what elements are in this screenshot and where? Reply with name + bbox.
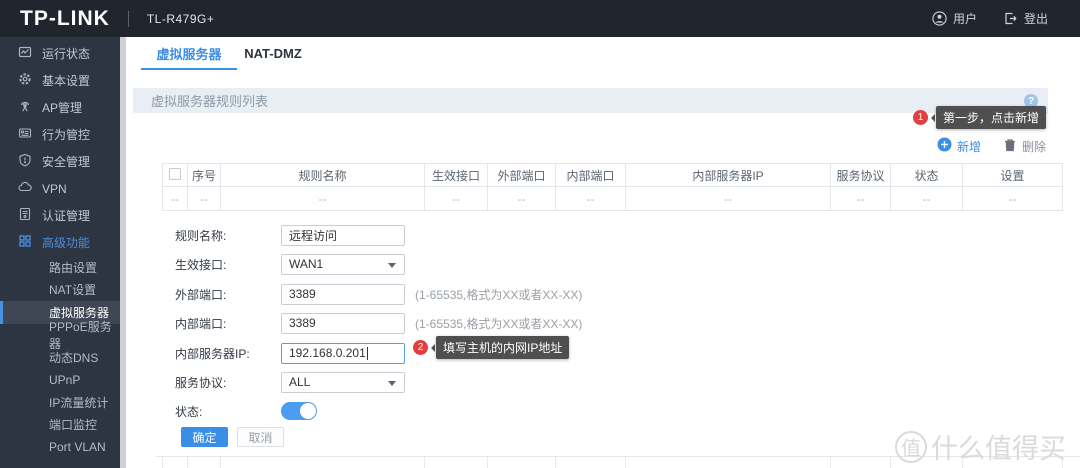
sidebar-item-behavior-control[interactable]: 行为管控 <box>0 121 120 148</box>
status-toggle[interactable] <box>281 402 317 420</box>
sidebar-subitem-upnp[interactable]: UPnP <box>0 369 120 392</box>
antenna-icon <box>18 99 32 116</box>
behavior-icon <box>18 126 32 143</box>
logout-icon <box>1003 11 1018 26</box>
form-row-rule-name: 规则名称: 远程访问 <box>175 224 405 246</box>
select-all-cell <box>162 163 188 187</box>
tplink-logo: TP-LINK <box>20 6 110 30</box>
main-content: 虚拟服务器 NAT-DMZ 虚拟服务器规则列表 ? 1 第一步，点击新增 新增 … <box>126 37 1080 468</box>
sidebar-item-advanced-features[interactable]: 高级功能 <box>0 229 120 256</box>
add-rule-button[interactable]: 新增 <box>937 137 981 155</box>
col-settings: 设置 <box>962 163 1063 187</box>
sidebar: 运行状态 基本设置 AP管理 行为管控 安全管理 VPN 认证管理 高级功能 路… <box>0 37 120 468</box>
step1-badge: 1 <box>912 110 928 125</box>
interface-select[interactable]: WAN1 <box>281 253 405 275</box>
user-label: 用户 <box>952 12 977 26</box>
col-rule-name: 规则名称 <box>220 163 425 187</box>
step2-badge: 2 <box>413 340 428 355</box>
form-row-external-port: 外部端口: 3389 (1-65535,格式为XX或者XX-XX) <box>175 283 582 305</box>
sidebar-subitem-ip-traffic[interactable]: IP流量统计 <box>0 391 120 414</box>
form-row-protocol: 服务协议: ALL <box>175 371 405 393</box>
tab-virtual-server[interactable]: 虚拟服务器 <box>141 37 237 70</box>
confirm-button[interactable]: 确定 <box>181 427 228 447</box>
brand-divider <box>127 10 129 27</box>
col-index: 序号 <box>187 163 221 187</box>
logout-button[interactable]: 登出 <box>1003 10 1048 27</box>
shield-icon <box>18 153 32 170</box>
internal-port-input[interactable]: 3389 <box>281 312 405 334</box>
select-all-checkbox[interactable] <box>169 167 181 180</box>
form-row-status: 状态: <box>175 400 317 422</box>
table-header-row: 序号 规则名称 生效接口 外部端口 内部端口 内部服务器IP 服务协议 状态 设… <box>162 163 1063 187</box>
chevron-down-icon <box>388 380 396 386</box>
sidebar-item-auth-management[interactable]: 认证管理 <box>0 202 120 229</box>
table-empty-row: -- -- -- -- -- -- -- -- -- -- <box>162 186 1063 211</box>
id-card-icon <box>18 207 32 224</box>
col-server-ip: 内部服务器IP <box>625 163 831 187</box>
sidebar-item-basic-settings[interactable]: 基本设置 <box>0 67 120 94</box>
sidebar-item-ap-management[interactable]: AP管理 <box>0 94 120 121</box>
col-internal-port: 内部端口 <box>555 163 626 187</box>
form-row-server-ip: 内部服务器IP: 192.168.0.201 <box>175 342 405 364</box>
rules-table: 序号 规则名称 生效接口 外部端口 内部端口 内部服务器IP 服务协议 状态 设… <box>162 163 1063 211</box>
sidebar-item-running-status[interactable]: 运行状态 <box>0 40 120 67</box>
protocol-select[interactable]: ALL <box>281 371 405 393</box>
cloud-icon <box>18 180 32 197</box>
external-port-hint: (1-65535,格式为XX或者XX-XX) <box>415 287 583 302</box>
plus-circle-icon <box>937 137 952 155</box>
rule-name-input[interactable]: 远程访问 <box>281 224 405 246</box>
cancel-button[interactable]: 取消 <box>237 427 284 447</box>
gear-icon <box>18 72 32 89</box>
callout-step1: 1 第一步，点击新增 <box>912 106 1046 129</box>
user-menu[interactable]: 用户 <box>932 10 977 27</box>
form-row-interface: 生效接口: WAN1 <box>175 253 405 275</box>
text-caret <box>366 346 368 360</box>
device-model: TL-R479G+ <box>146 11 215 26</box>
sidebar-subitem-pppoe-server[interactable]: PPPoE服务器 <box>0 320 120 351</box>
step2-tooltip: 填写主机的内网IP地址 <box>430 336 570 359</box>
active-tab-underline <box>141 68 237 70</box>
delete-rule-button[interactable]: 删除 <box>1003 138 1046 155</box>
sidebar-subitem-port-monitor[interactable]: 端口监控 <box>0 414 120 437</box>
sidebar-divider <box>120 37 126 468</box>
col-protocol: 服务协议 <box>830 163 891 187</box>
col-external-port: 外部端口 <box>487 163 556 187</box>
server-ip-input[interactable]: 192.168.0.201 <box>281 342 405 364</box>
next-table-partial <box>156 456 1080 468</box>
top-bar: TP-LINK TL-R479G+ 用户 登出 <box>0 0 1080 37</box>
col-interface: 生效接口 <box>424 163 488 187</box>
table-toolbar: 新增 删除 <box>937 137 1046 155</box>
status-monitor-icon <box>18 45 32 62</box>
user-icon <box>932 11 947 26</box>
sidebar-item-vpn[interactable]: VPN <box>0 175 120 202</box>
sidebar-subitem-nat[interactable]: NAT设置 <box>0 279 120 302</box>
panel-title-bar: 虚拟服务器规则列表 ? <box>133 88 1048 113</box>
logout-label: 登出 <box>1023 12 1048 26</box>
step1-tooltip: 第一步，点击新增 <box>930 106 1046 129</box>
trash-icon <box>1003 138 1017 155</box>
form-row-internal-port: 内部端口: 3389 (1-65535,格式为XX或者XX-XX) <box>175 312 582 334</box>
internal-port-hint: (1-65535,格式为XX或者XX-XX) <box>415 316 583 331</box>
grid-icon <box>18 234 32 251</box>
panel-title: 虚拟服务器规则列表 <box>151 94 269 109</box>
tab-nat-dmz[interactable]: NAT-DMZ <box>238 37 308 70</box>
sidebar-subitem-port-vlan[interactable]: Port VLAN <box>0 436 120 459</box>
col-status: 状态 <box>890 163 963 187</box>
chevron-down-icon <box>388 262 396 268</box>
sidebar-subitem-routing[interactable]: 路由设置 <box>0 256 120 279</box>
tab-bar: 虚拟服务器 NAT-DMZ <box>126 37 1080 70</box>
external-port-input[interactable]: 3389 <box>281 283 405 305</box>
sidebar-item-security-management[interactable]: 安全管理 <box>0 148 120 175</box>
callout-step2: 2 填写主机的内网IP地址 <box>413 336 570 359</box>
